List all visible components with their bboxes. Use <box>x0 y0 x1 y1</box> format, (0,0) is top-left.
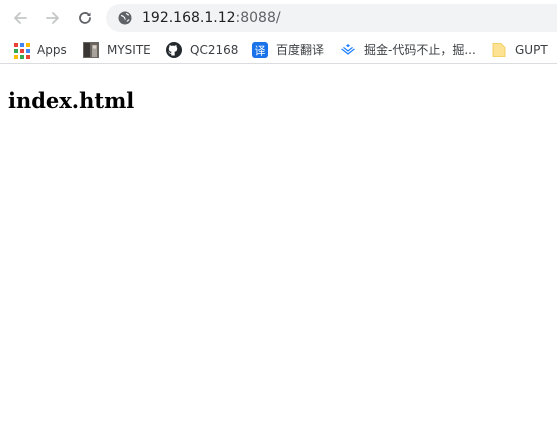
bookmark-qc2168[interactable]: QC2168 <box>166 40 238 60</box>
bookmark-label: 百度翻译 <box>276 43 325 57</box>
forward-button[interactable] <box>41 6 65 30</box>
svg-text:译: 译 <box>255 45 266 58</box>
url-host: 192.168.1.12 <box>142 10 236 26</box>
url-text: 192.168.1.12:8088/ <box>142 9 281 27</box>
bookmarks-bar: Apps MYSITE QC2168 译 百度翻译 掘金-代码不止，掘... G… <box>0 36 557 64</box>
bookmark-baidu-translate[interactable]: 译 百度翻译 <box>252 40 324 60</box>
browser-toolbar: 192.168.1.12:8088/ <box>0 0 557 36</box>
apps-grid-icon <box>13 42 30 59</box>
bookmark-label: Apps <box>37 43 67 57</box>
bookmark-label: GUPT <box>515 43 548 57</box>
back-arrow-icon <box>14 12 27 24</box>
bookmark-label: 掘金-代码不止，掘... <box>364 43 476 57</box>
bookmark-mysite[interactable]: MYSITE <box>83 40 151 60</box>
bookmark-juejin[interactable]: 掘金-代码不止，掘... <box>340 40 476 60</box>
site-favicon-icon <box>83 42 99 58</box>
page-heading: index.html <box>8 88 135 113</box>
bookmark-gupt[interactable]: GUPT <box>491 40 548 60</box>
juejin-icon <box>340 42 356 58</box>
bookmark-label: QC2168 <box>190 43 239 57</box>
baidu-translate-icon: 译 <box>252 42 268 58</box>
forward-arrow-icon <box>46 12 59 24</box>
url-port-path: :8088/ <box>235 10 281 26</box>
bookmark-apps[interactable]: Apps <box>13 40 67 60</box>
bookmark-label: MYSITE <box>107 43 151 57</box>
globe-icon <box>118 11 132 25</box>
address-bar[interactable]: 192.168.1.12:8088/ <box>106 4 557 32</box>
page-content: index.html <box>0 64 557 423</box>
reload-button[interactable] <box>73 6 97 30</box>
reload-icon <box>79 12 91 24</box>
back-button[interactable] <box>8 6 32 30</box>
github-icon <box>166 42 182 58</box>
folder-icon <box>491 42 507 58</box>
